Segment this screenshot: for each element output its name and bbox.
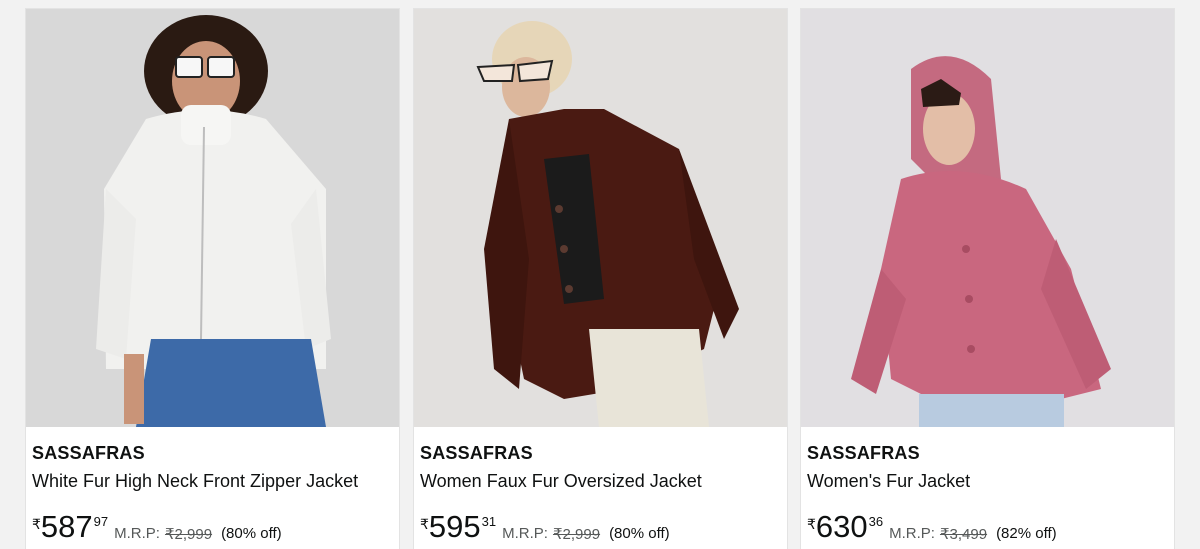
- product-image[interactable]: [414, 9, 787, 427]
- price-whole: 630: [815, 509, 868, 544]
- mrp-price: ₹2,999: [164, 526, 213, 543]
- mrp-label: M.R.P:: [114, 525, 160, 542]
- price-fraction: 97: [93, 514, 109, 529]
- product-card[interactable]: SASSAFRAS White Fur High Neck Front Zipp…: [25, 8, 400, 549]
- discount-percent: (80% off): [609, 525, 670, 542]
- mrp-price: ₹2,999: [552, 526, 601, 543]
- mrp-label: M.R.P:: [502, 525, 548, 542]
- mrp-label: M.R.P:: [889, 525, 935, 542]
- product-title[interactable]: Women Faux Fur Oversized Jacket: [420, 471, 702, 492]
- pink-fur-jacket-photo: [801, 9, 1174, 427]
- price-whole: 587: [40, 509, 93, 544]
- product-image[interactable]: [26, 9, 399, 427]
- product-brand[interactable]: SASSAFRAS: [420, 443, 533, 464]
- price-fraction: 31: [481, 514, 497, 529]
- product-grid: SASSAFRAS White Fur High Neck Front Zipp…: [0, 0, 1200, 549]
- price-row: ₹ 587 97 M.R.P: ₹2,999 (80% off): [32, 509, 282, 549]
- brown-fur-jacket-photo: [414, 9, 787, 427]
- price-row: ₹ 630 36 M.R.P: ₹3,499 (82% off): [807, 509, 1057, 549]
- white-fur-jacket-photo: [26, 9, 399, 427]
- mrp-price: ₹3,499: [939, 526, 988, 543]
- product-brand[interactable]: SASSAFRAS: [32, 443, 145, 464]
- price-row: ₹ 595 31 M.R.P: ₹2,999 (80% off): [420, 509, 670, 549]
- price-whole: 595: [428, 509, 481, 544]
- product-title[interactable]: Women's Fur Jacket: [807, 471, 970, 492]
- discount-percent: (82% off): [996, 525, 1057, 542]
- currency-symbol: ₹: [420, 516, 429, 532]
- currency-symbol: ₹: [807, 516, 816, 532]
- product-title[interactable]: White Fur High Neck Front Zipper Jacket: [32, 471, 358, 492]
- product-card[interactable]: SASSAFRAS Women's Fur Jacket ₹ 630 36 M.…: [800, 8, 1175, 549]
- discount-percent: (80% off): [221, 525, 282, 542]
- price-fraction: 36: [868, 514, 884, 529]
- product-card[interactable]: SASSAFRAS Women Faux Fur Oversized Jacke…: [413, 8, 788, 549]
- product-image[interactable]: [801, 9, 1174, 427]
- product-brand[interactable]: SASSAFRAS: [807, 443, 920, 464]
- currency-symbol: ₹: [32, 516, 41, 532]
